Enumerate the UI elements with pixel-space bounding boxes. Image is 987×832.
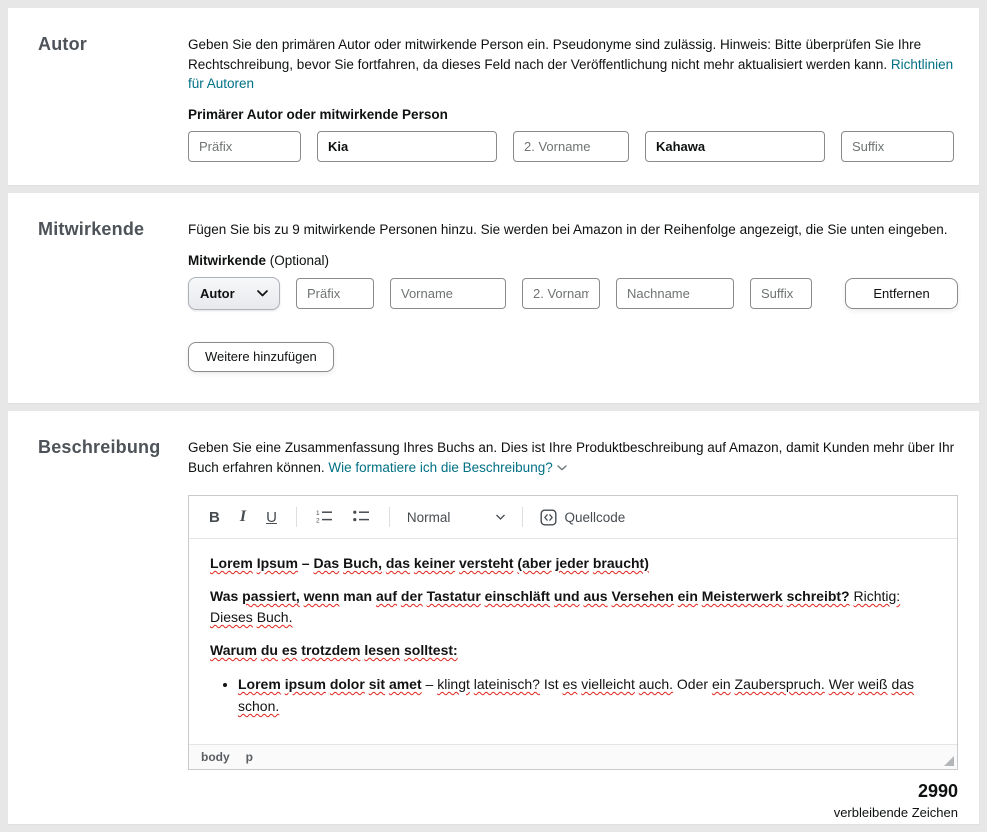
remove-contributor-button[interactable]: Entfernen — [845, 278, 958, 309]
paragraph-format-value: Normal — [407, 510, 451, 525]
contributor-fields — [296, 278, 812, 309]
paragraph-format-dropdown[interactable]: Normal — [401, 506, 512, 529]
source-code-button[interactable]: Quellcode — [534, 505, 631, 530]
character-counter: 2990 verbleibende Zeichen — [188, 780, 958, 820]
italic-button[interactable]: I — [232, 505, 254, 529]
contributors-label: Mitwirkende (Optional) — [188, 253, 958, 268]
author-section-content: Geben Sie den primären Autor oder mitwir… — [188, 34, 958, 162]
bold-button[interactable]: B — [201, 506, 228, 529]
contributor-first-name-input[interactable] — [390, 278, 506, 309]
contributors-section: Mitwirkende Fügen Sie bis zu 9 mitwirken… — [8, 193, 979, 403]
contributors-label-optional: (Optional) — [266, 253, 329, 268]
toolbar-divider — [296, 507, 297, 527]
svg-text:2: 2 — [316, 517, 320, 523]
source-code-label: Quellcode — [564, 510, 625, 525]
bullet-list-icon — [353, 509, 370, 523]
first-name-input[interactable] — [317, 131, 497, 162]
kdp-book-details-page: Autor Geben Sie den primären Autor oder … — [8, 8, 979, 824]
resize-handle-icon[interactable] — [944, 756, 954, 766]
middle-name-input[interactable] — [513, 131, 629, 162]
remaining-characters-label: verbleibende Zeichen — [188, 805, 958, 820]
suffix-input[interactable] — [841, 131, 954, 162]
chevron-down-icon[interactable] — [557, 465, 567, 471]
contributor-suffix-input[interactable] — [750, 278, 812, 309]
contributor-role-select[interactable]: Autor — [188, 277, 280, 310]
description-editor-content[interactable]: Lorem Ipsum – Das Buch, das keiner verst… — [189, 539, 957, 744]
description-section-title: Beschreibung — [38, 437, 188, 458]
last-name-input[interactable] — [645, 131, 825, 162]
dropdown-arrow-icon — [496, 514, 505, 520]
element-path-body[interactable]: body — [201, 750, 230, 764]
remaining-characters-count: 2990 — [188, 780, 958, 802]
description-section: Beschreibung Geben Sie eine Zusammenfass… — [8, 411, 979, 824]
chevron-down-icon — [257, 290, 268, 297]
rich-text-editor: B I U 12 Normal — [188, 495, 958, 770]
element-path-p[interactable]: p — [246, 750, 253, 764]
editor-toolbar: B I U 12 Normal — [189, 496, 957, 539]
numbered-list-icon: 12 — [316, 509, 333, 523]
author-section-title: Autor — [38, 34, 188, 55]
contributors-label-text: Mitwirkende — [188, 253, 266, 268]
primary-author-fields-row — [188, 131, 958, 162]
contributor-prefix-input[interactable] — [296, 278, 374, 309]
author-description: Geben Sie den primären Autor oder mitwir… — [188, 35, 958, 94]
editor-status-bar: body p — [189, 744, 957, 769]
description-format-link[interactable]: Wie formatiere ich die Beschreibung? — [328, 460, 552, 475]
description-help-text: Geben Sie eine Zusammenfassung Ihres Buc… — [188, 438, 958, 477]
author-description-text: Geben Sie den primären Autor oder mitwir… — [188, 37, 921, 72]
contributor-last-name-input[interactable] — [616, 278, 734, 309]
svg-text:1: 1 — [316, 510, 320, 517]
contributor-middle-name-input[interactable] — [522, 278, 600, 309]
underline-button[interactable]: U — [258, 506, 285, 529]
primary-author-label: Primärer Autor oder mitwirkende Person — [188, 107, 958, 122]
contributors-section-content: Fügen Sie bis zu 9 mitwirkende Personen … — [188, 219, 958, 372]
description-help-text-body: Geben Sie eine Zusammenfassung Ihres Buc… — [188, 440, 954, 475]
add-contributor-button[interactable]: Weitere hinzufügen — [188, 342, 334, 372]
contributors-description: Fügen Sie bis zu 9 mitwirkende Personen … — [188, 220, 958, 240]
numbered-list-button[interactable]: 12 — [308, 505, 341, 530]
author-section: Autor Geben Sie den primären Autor oder … — [8, 8, 979, 185]
toolbar-divider — [522, 507, 523, 527]
contributors-section-title: Mitwirkende — [38, 219, 188, 240]
bullet-list-button[interactable] — [345, 505, 378, 530]
contributor-role-value: Autor — [200, 286, 235, 301]
source-code-icon — [540, 509, 557, 526]
toolbar-divider — [389, 507, 390, 527]
prefix-input[interactable] — [188, 131, 301, 162]
contributor-row: Autor Entfernen — [188, 277, 958, 310]
description-section-content: Geben Sie eine Zusammenfassung Ihres Buc… — [188, 437, 958, 820]
